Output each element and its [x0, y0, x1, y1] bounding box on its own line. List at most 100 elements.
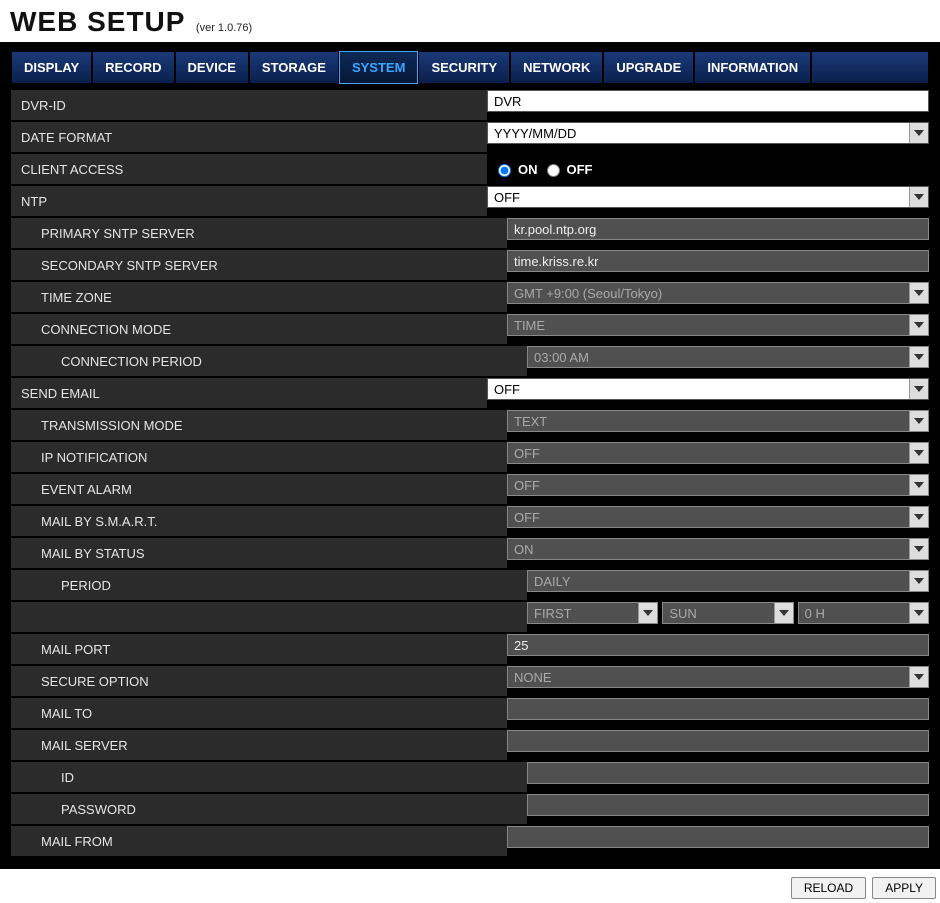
ntp-value: OFF	[494, 190, 520, 205]
id-input[interactable]	[527, 762, 929, 784]
reload-button[interactable]: RELOAD	[791, 877, 866, 899]
chevron-down-icon	[909, 571, 928, 591]
client-access-off-radio[interactable]	[547, 164, 560, 177]
ntp-select[interactable]: OFF	[487, 186, 929, 208]
secure-option-select[interactable]: NONE	[507, 666, 929, 688]
tab-spacer	[811, 51, 929, 84]
client-access-radios: ON OFF	[487, 154, 929, 184]
chevron-down-icon	[909, 539, 928, 559]
apply-button[interactable]: APPLY	[872, 877, 936, 899]
footer-buttons: RELOAD APPLY	[0, 869, 940, 903]
ip-notification-select[interactable]: OFF	[507, 442, 929, 464]
dvr-id-label: DVR-ID	[11, 90, 487, 120]
tab-security[interactable]: SECURITY	[418, 51, 510, 84]
mail-smart-select[interactable]: OFF	[507, 506, 929, 528]
mail-from-input[interactable]	[507, 826, 929, 848]
chevron-down-icon	[909, 411, 928, 431]
page-title: WEB SETUP	[10, 6, 185, 38]
chevron-down-icon	[909, 507, 928, 527]
client-access-label: CLIENT ACCESS	[11, 154, 487, 184]
connection-mode-label: CONNECTION MODE	[11, 314, 507, 344]
tab-information[interactable]: INFORMATION	[694, 51, 811, 84]
time-zone-value: GMT +9:00 (Seoul/Tokyo)	[514, 286, 662, 301]
date-format-select[interactable]: YYYY/MM/DD	[487, 122, 929, 144]
chevron-down-icon	[774, 603, 793, 623]
mail-to-label: MAIL TO	[11, 698, 507, 728]
time-zone-label: TIME ZONE	[11, 282, 507, 312]
on-label: ON	[518, 162, 538, 177]
chevron-down-icon	[909, 315, 928, 335]
secure-option-label: SECURE OPTION	[11, 666, 507, 696]
id-label: ID	[11, 762, 527, 792]
secondary-sntp-label: SECONDARY SNTP SERVER	[11, 250, 507, 280]
mail-status-label: MAIL BY STATUS	[11, 538, 507, 568]
event-alarm-label: EVENT ALARM	[11, 474, 507, 504]
mail-to-input[interactable]	[507, 698, 929, 720]
period-first-select[interactable]: FIRST	[527, 602, 658, 624]
password-label: PASSWORD	[11, 794, 527, 824]
mail-smart-value: OFF	[514, 510, 540, 525]
chevron-down-icon	[638, 603, 657, 623]
send-email-select[interactable]: OFF	[487, 378, 929, 400]
connection-period-select[interactable]: 03:00 AM	[527, 346, 929, 368]
period-day-select[interactable]: SUN	[662, 602, 793, 624]
mail-server-label: MAIL SERVER	[11, 730, 507, 760]
period-hour-value: 0 H	[805, 606, 825, 621]
tab-system[interactable]: SYSTEM	[339, 51, 418, 84]
chevron-down-icon	[909, 283, 928, 303]
period-day-value: SUN	[669, 606, 696, 621]
tab-storage[interactable]: STORAGE	[249, 51, 339, 84]
mail-port-input[interactable]	[507, 634, 929, 656]
settings-panel: DISPLAY RECORD DEVICE STORAGE SYSTEM SEC…	[0, 42, 940, 869]
event-alarm-select[interactable]: OFF	[507, 474, 929, 496]
tab-device[interactable]: DEVICE	[175, 51, 249, 84]
primary-sntp-input[interactable]	[507, 218, 929, 240]
connection-mode-select[interactable]: TIME	[507, 314, 929, 336]
mail-port-label: MAIL PORT	[11, 634, 507, 664]
ip-notification-value: OFF	[514, 446, 540, 461]
tab-record[interactable]: RECORD	[92, 51, 174, 84]
form-body: DVR-ID DATE FORMAT YYYY/MM/DD CLIENT ACC…	[11, 90, 929, 856]
mail-status-value: ON	[514, 542, 534, 557]
client-access-on-radio[interactable]	[498, 164, 511, 177]
chevron-down-icon	[909, 187, 928, 207]
password-input[interactable]	[527, 794, 929, 816]
transmission-mode-value: TEXT	[514, 414, 547, 429]
tab-display[interactable]: DISPLAY	[11, 51, 92, 84]
mail-from-label: MAIL FROM	[11, 826, 507, 856]
date-format-label: DATE FORMAT	[11, 122, 487, 152]
period-select[interactable]: DAILY	[527, 570, 929, 592]
title-bar: WEB SETUP (ver 1.0.76)	[0, 0, 940, 42]
chevron-down-icon	[909, 379, 928, 399]
period-label: PERIOD	[11, 570, 527, 600]
date-format-value: YYYY/MM/DD	[494, 126, 576, 141]
connection-mode-value: TIME	[514, 318, 545, 333]
chevron-down-icon	[909, 667, 928, 687]
connection-period-value: 03:00 AM	[534, 350, 589, 365]
mail-status-select[interactable]: ON	[507, 538, 929, 560]
dvr-id-input[interactable]	[487, 90, 929, 112]
connection-period-label: CONNECTION PERIOD	[11, 346, 527, 376]
period-first-value: FIRST	[534, 606, 572, 621]
tab-network[interactable]: NETWORK	[510, 51, 603, 84]
mail-server-input[interactable]	[507, 730, 929, 752]
ip-notification-label: IP NOTIFICATION	[11, 442, 507, 472]
tab-upgrade[interactable]: UPGRADE	[603, 51, 694, 84]
send-email-label: SEND EMAIL	[11, 378, 487, 408]
chevron-down-icon	[909, 603, 928, 623]
ntp-label: NTP	[11, 186, 487, 216]
chevron-down-icon	[909, 475, 928, 495]
tab-bar: DISPLAY RECORD DEVICE STORAGE SYSTEM SEC…	[11, 51, 929, 84]
time-zone-select[interactable]: GMT +9:00 (Seoul/Tokyo)	[507, 282, 929, 304]
transmission-mode-select[interactable]: TEXT	[507, 410, 929, 432]
chevron-down-icon	[909, 347, 928, 367]
primary-sntp-label: PRIMARY SNTP SERVER	[11, 218, 507, 248]
period-value: DAILY	[534, 574, 571, 589]
period-hour-select[interactable]: 0 H	[798, 602, 929, 624]
secondary-sntp-input[interactable]	[507, 250, 929, 272]
event-alarm-value: OFF	[514, 478, 540, 493]
mail-smart-label: MAIL BY S.M.A.R.T.	[11, 506, 507, 536]
period-detail-label	[11, 602, 527, 632]
send-email-value: OFF	[494, 382, 520, 397]
chevron-down-icon	[909, 443, 928, 463]
